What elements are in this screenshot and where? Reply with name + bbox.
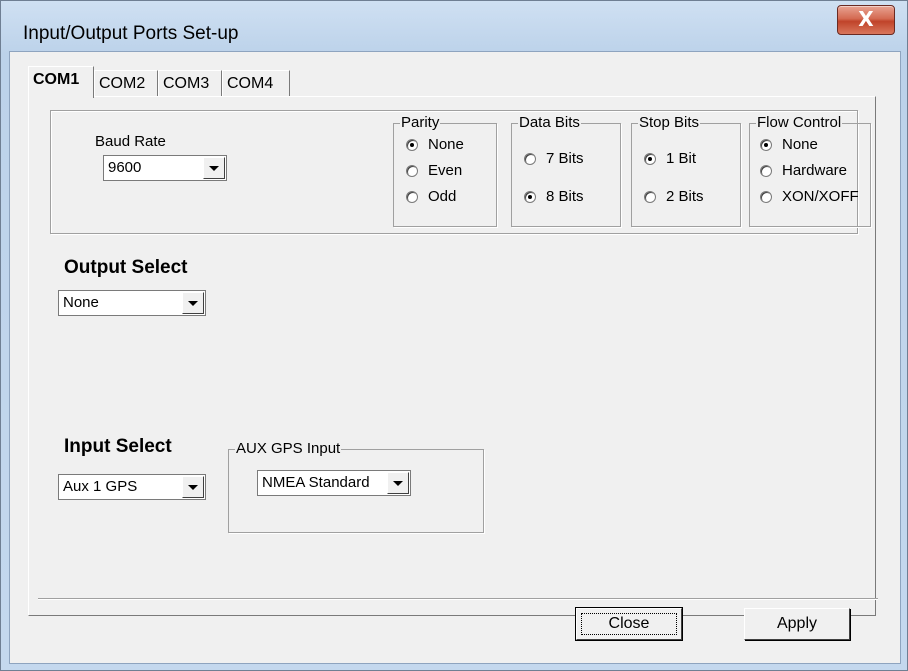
radio-selected-icon bbox=[760, 139, 772, 151]
radio-selected-icon bbox=[406, 139, 418, 151]
close-icon: X bbox=[858, 7, 874, 31]
chevron-down-icon[interactable] bbox=[182, 292, 204, 314]
bottom-separator bbox=[38, 598, 878, 600]
tab-com1[interactable]: COM1 bbox=[28, 66, 94, 98]
data-bits-group: Data Bits 7 Bits 8 Bits bbox=[511, 114, 621, 227]
input-select-value: Aux 1 GPS bbox=[63, 478, 138, 495]
baud-rate-dropdown[interactable]: 9600 bbox=[103, 155, 227, 181]
radio-icon bbox=[406, 191, 418, 203]
data-bits-legend: Data Bits bbox=[518, 114, 581, 132]
flow-control-none-label: None bbox=[782, 136, 818, 153]
flow-control-xonxoff-label: XON/XOFF bbox=[782, 188, 859, 205]
radio-icon bbox=[760, 191, 772, 203]
tab-com4[interactable]: COM4 bbox=[222, 70, 290, 96]
aux-gps-input-legend: AUX GPS Input bbox=[235, 440, 342, 458]
close-button[interactable]: Close bbox=[575, 607, 683, 641]
chevron-down-icon[interactable] bbox=[387, 472, 409, 494]
stop-bits-legend: Stop Bits bbox=[638, 114, 701, 132]
data-bits-8-label: 8 Bits bbox=[546, 188, 584, 205]
flow-control-legend: Flow Control bbox=[756, 114, 843, 132]
input-select-label: Input Select bbox=[64, 436, 172, 457]
tab-com3-label: COM3 bbox=[163, 75, 210, 92]
flow-control-hardware-label: Hardware bbox=[782, 162, 848, 179]
radio-icon bbox=[760, 165, 772, 177]
dialog-window: Input/Output Ports Set-up X COM1 COM2 CO… bbox=[0, 0, 908, 671]
baud-rate-label: Baud Rate bbox=[95, 133, 166, 150]
tab-com4-label: COM4 bbox=[227, 75, 274, 92]
tab-com2-label: COM2 bbox=[99, 75, 146, 92]
parity-group: Parity None Even Odd bbox=[393, 114, 497, 227]
tab-com3[interactable]: COM3 bbox=[158, 70, 222, 96]
flow-control-group: Flow Control None Hardware XON/XOFF bbox=[749, 114, 871, 227]
parity-legend: Parity bbox=[400, 114, 441, 132]
tab-com1-label: COM1 bbox=[33, 71, 80, 88]
parity-none-label: None bbox=[428, 136, 464, 153]
window-close-button[interactable]: X bbox=[837, 5, 895, 35]
radio-selected-icon bbox=[524, 191, 536, 203]
dialog-client-area: COM1 COM2 COM3 COM4 Baud Rate 9600 Parit… bbox=[9, 51, 901, 664]
aux-gps-input-dropdown[interactable]: NMEA Standard bbox=[257, 470, 411, 496]
stop-bits-1-label: 1 Bit bbox=[666, 150, 697, 167]
chevron-down-icon[interactable] bbox=[203, 157, 225, 179]
chevron-down-icon[interactable] bbox=[182, 476, 204, 498]
radio-icon bbox=[406, 165, 418, 177]
parity-odd-label: Odd bbox=[428, 188, 457, 205]
output-select-label: Output Select bbox=[64, 257, 188, 278]
parity-even-label: Even bbox=[428, 162, 463, 179]
radio-icon bbox=[524, 153, 536, 165]
serial-settings-box: Baud Rate 9600 Parity None Even Odd Data… bbox=[50, 110, 871, 234]
radio-icon bbox=[644, 191, 656, 203]
stop-bits-2-label: 2 Bits bbox=[666, 188, 704, 205]
apply-button[interactable]: Apply bbox=[744, 608, 850, 640]
input-select-dropdown[interactable]: Aux 1 GPS bbox=[58, 474, 206, 500]
apply-button-label: Apply bbox=[776, 615, 818, 632]
radio-selected-icon bbox=[644, 153, 656, 165]
baud-rate-value: 9600 bbox=[108, 159, 142, 176]
stop-bits-group: Stop Bits 1 Bit 2 Bits bbox=[631, 114, 741, 227]
aux-gps-input-value: NMEA Standard bbox=[262, 474, 370, 491]
aux-gps-input-group: AUX GPS Input NMEA Standard bbox=[228, 440, 484, 533]
output-select-dropdown[interactable]: None bbox=[58, 290, 206, 316]
focus-rect bbox=[581, 613, 677, 635]
data-bits-7-label: 7 Bits bbox=[546, 150, 584, 167]
window-title: Input/Output Ports Set-up bbox=[23, 23, 239, 44]
output-select-value: None bbox=[63, 294, 99, 311]
tab-com2[interactable]: COM2 bbox=[94, 70, 158, 96]
